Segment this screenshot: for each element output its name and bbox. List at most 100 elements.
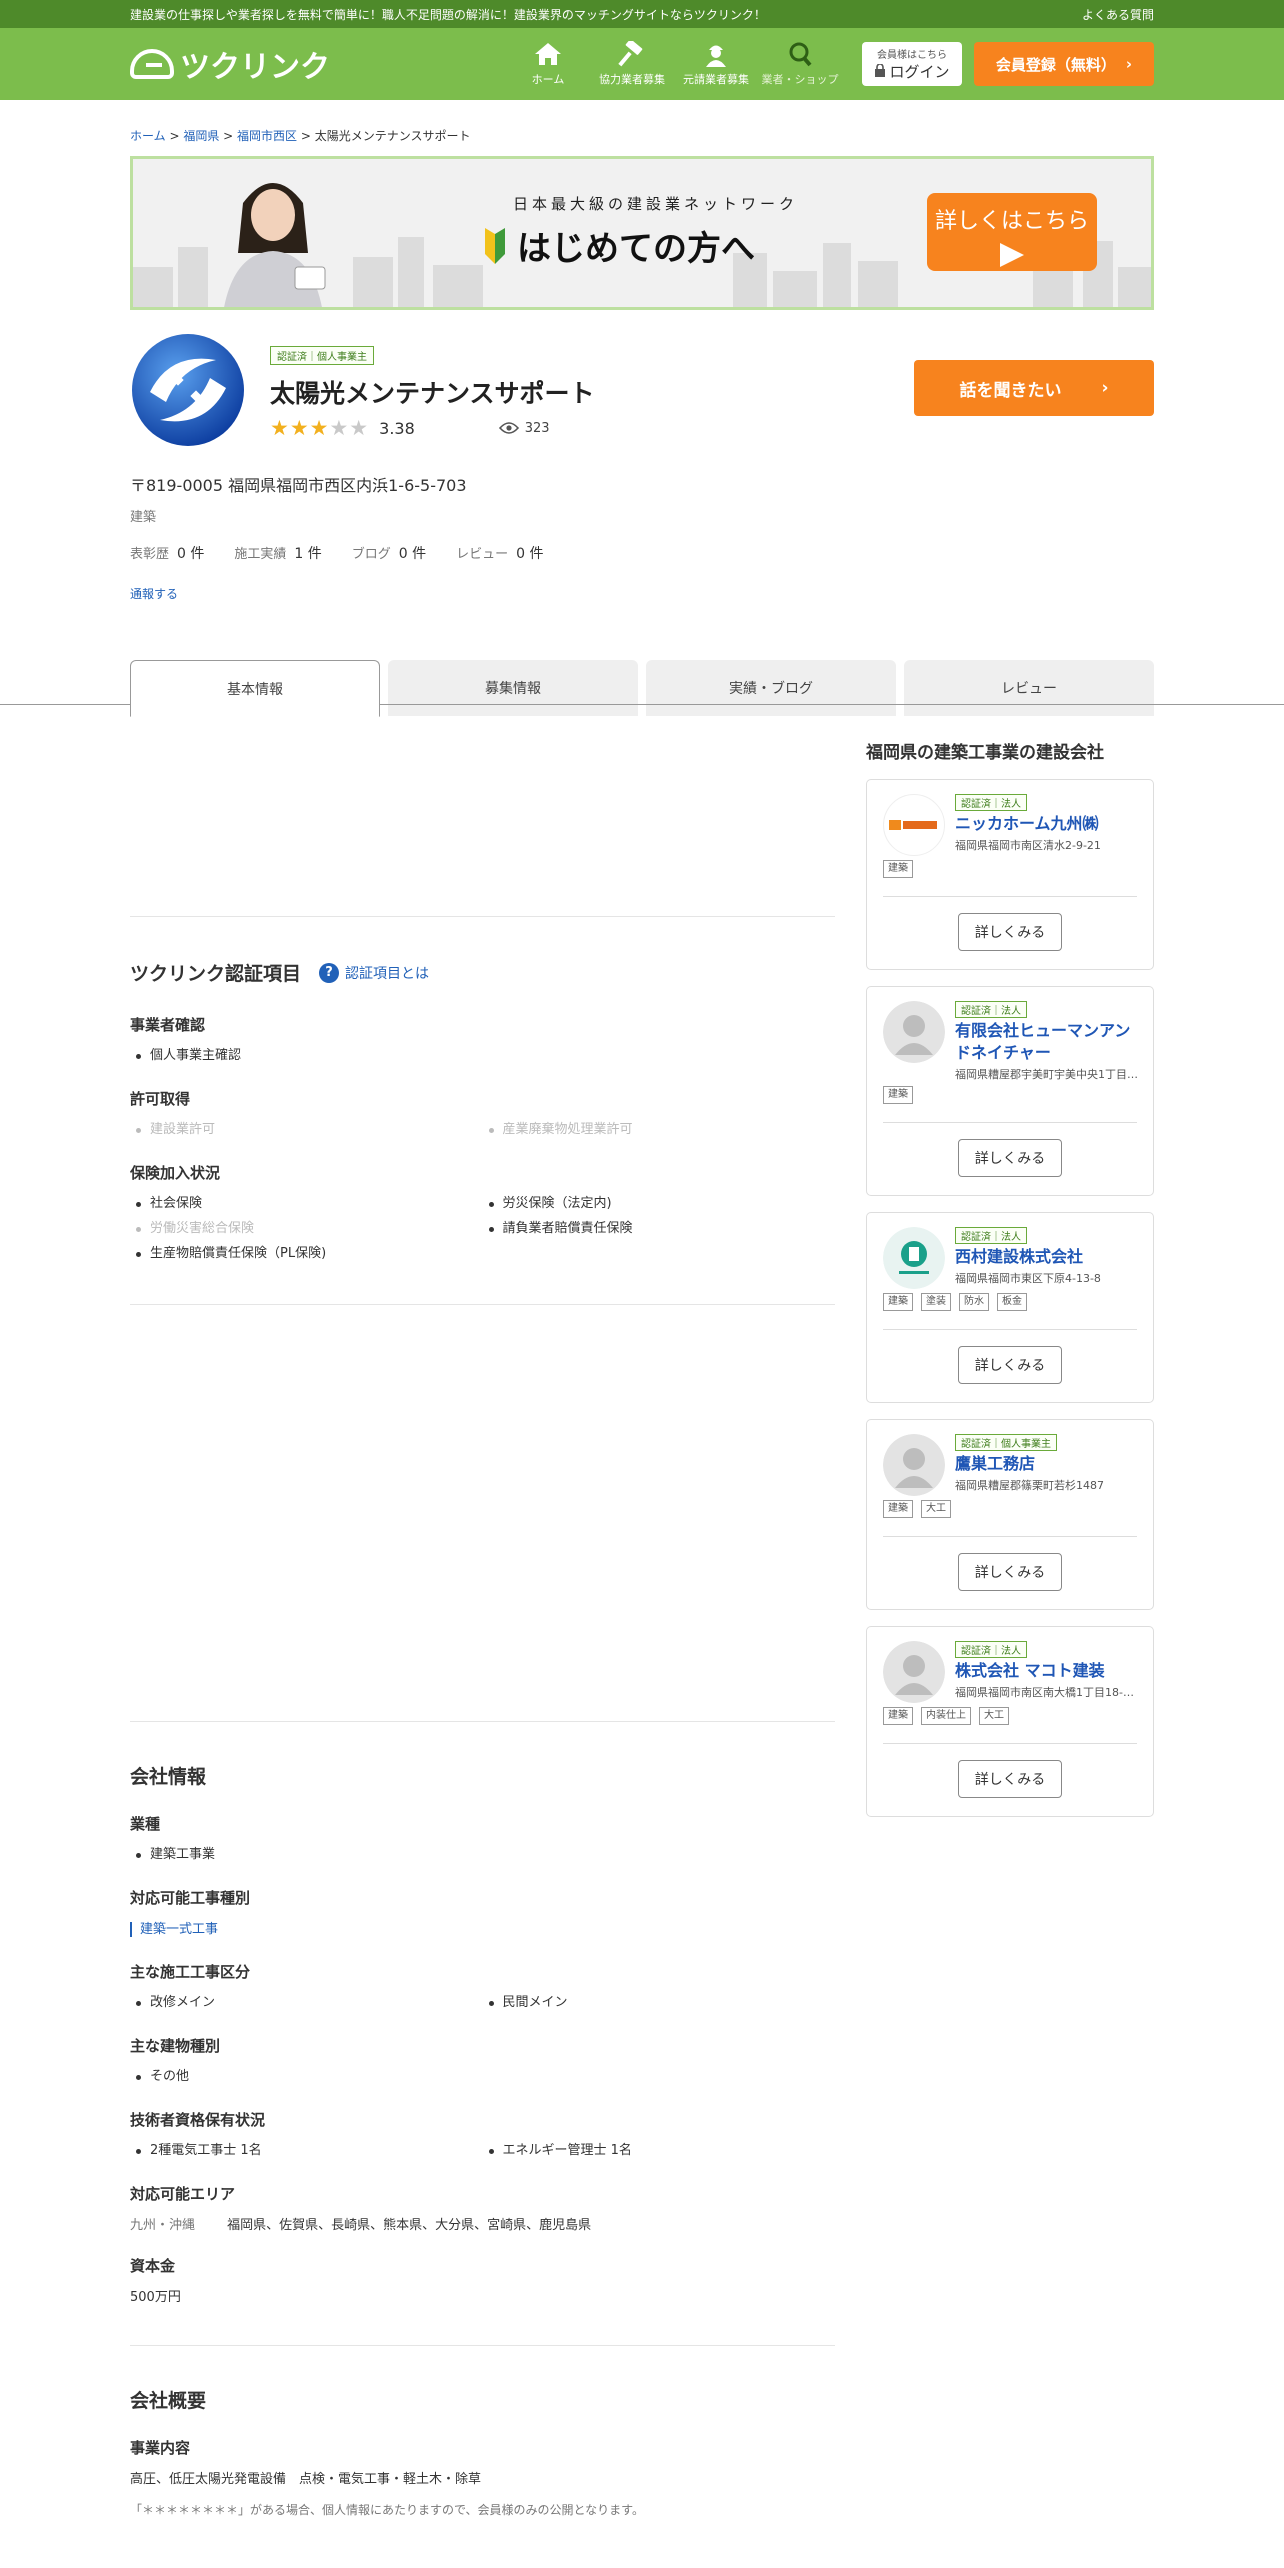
tab-works-blog[interactable]: 実績・ブログ xyxy=(646,660,896,716)
card-company-name[interactable]: 株式会社 マコト建装 xyxy=(955,1660,1145,1682)
chevron-right-icon: › xyxy=(1101,378,1109,398)
breadcrumb-prefecture[interactable]: 福岡県 xyxy=(183,129,219,143)
card-detail-button[interactable]: 詳しくみる xyxy=(958,1346,1062,1384)
nishimura-logo xyxy=(883,1227,945,1289)
breadcrumb-home[interactable]: ホーム xyxy=(130,129,166,143)
rating-row: ★★★★★ 3.38 323 xyxy=(270,416,550,440)
capital-title: 資本金 xyxy=(130,2257,176,2275)
insurance-item: 社会保険 xyxy=(130,1191,483,1216)
nav-home[interactable]: ホーム xyxy=(506,41,590,87)
company-card: 認証済｜法人 ニッカホーム九州㈱ 福岡県福岡市南区清水2-9-21 建築 詳しく… xyxy=(866,779,1154,970)
main-column: ツクリンク認証項目 ? 認証項目とは 事業者確認 個人事業主確認 許可取得 建設… xyxy=(130,740,835,2518)
card-detail-button[interactable]: 詳しくみる xyxy=(958,913,1062,951)
nav-partner-recruit[interactable]: 協力業者募集 xyxy=(590,41,674,87)
nav-contractor-recruit[interactable]: 元請業者募集 xyxy=(674,41,758,87)
default-person-icon xyxy=(883,1001,945,1063)
card-tag: 塗装 xyxy=(921,1293,951,1311)
permit-item: 産業廃棄物処理業許可 xyxy=(483,1117,836,1142)
tab-basic-info[interactable]: 基本情報 xyxy=(130,660,380,717)
company-category: 建築 xyxy=(130,510,157,525)
site-logo[interactable]: ツクリンク xyxy=(130,42,330,86)
company-card: 認証済｜法人 株式会社 マコト建装 福岡県福岡市南区南大橋1丁目18-… 建築 … xyxy=(866,1626,1154,1817)
company-card: 認証済｜法人 有限会社ヒューマンアンドネイチャー 福岡県糟屋郡宇美町宇美中央1丁… xyxy=(866,986,1154,1196)
hammer-icon xyxy=(617,41,647,67)
rating-value: 3.38 xyxy=(379,418,415,438)
licenses-list: 2種電気工事士 1名 エネルギー管理士 1名 xyxy=(130,2138,835,2163)
card-company-name[interactable]: 鷹巣工務店 xyxy=(955,1453,1145,1475)
card-tag: 板金 xyxy=(997,1293,1027,1311)
default-person-icon xyxy=(883,1434,945,1496)
licenses-title: 技術者資格保有状況 xyxy=(130,2111,266,2129)
view-count: 323 xyxy=(498,421,550,436)
count-blog: ブログ 0 件 xyxy=(351,546,427,562)
card-company-name[interactable]: ニッカホーム九州㈱ xyxy=(955,813,1145,835)
section-divider xyxy=(130,2345,835,2346)
card-tags: 建築 内装仕上 大工 xyxy=(883,1707,1137,1725)
business-check-item: 個人事業主確認 xyxy=(130,1043,483,1068)
activity-counts: 表彰歴 0 件 施工実績 1 件 ブログ 0 件 レビュー 0 件 xyxy=(130,543,1154,563)
woman-with-tablet-image xyxy=(224,183,326,307)
banner-title: はじめての方へ xyxy=(483,221,755,270)
card-divider xyxy=(883,1122,1137,1123)
card-address: 福岡県福岡市南区清水2-9-21 xyxy=(955,839,1101,852)
tab-recruit[interactable]: 募集情報 xyxy=(388,660,638,716)
banner-detail-button[interactable]: 詳しくはこちら xyxy=(927,193,1097,271)
permit-item: 建設業許可 xyxy=(130,1117,483,1142)
contact-request-label: 話を聞きたい xyxy=(959,380,1062,401)
card-cert-badge: 認証済｜法人 xyxy=(955,1001,1027,1018)
card-tag: 建築 xyxy=(883,1500,913,1518)
section-divider xyxy=(130,916,835,917)
card-tag: 建築 xyxy=(883,1086,913,1104)
card-company-name[interactable]: 有限会社ヒューマンアンドネイチャー xyxy=(955,1020,1140,1064)
helmet-logo-icon xyxy=(130,49,174,79)
breadcrumb-city[interactable]: 福岡市西区 xyxy=(237,129,297,143)
business-check-list: 個人事業主確認 xyxy=(130,1043,835,1068)
top-bar: 建設業の仕事探しや業者探しを無料で簡単に！職人不足問題の解消に！建設業界のマッチ… xyxy=(0,0,1284,28)
capital-value: 500万円 xyxy=(130,2290,181,2305)
login-sub-label: 会員様はこちら xyxy=(877,50,947,61)
profile-tabs: 基本情報 募集情報 実績・ブログ レビュー xyxy=(130,660,1154,717)
card-address: 福岡県福岡市東区下原4-13-8 xyxy=(955,1272,1101,1285)
card-divider xyxy=(883,896,1137,897)
card-company-name[interactable]: 西村建設株式会社 xyxy=(955,1246,1145,1268)
login-button[interactable]: 会員様はこちら ログイン xyxy=(862,42,962,86)
insurance-item: 労災保険（法定内) xyxy=(483,1191,836,1216)
tab-reviews[interactable]: レビュー xyxy=(904,660,1154,716)
privacy-note: 「＊＊＊＊＊＊＊＊」がある場合、個人情報にあたりますので、会員様のみの公開となり… xyxy=(130,2503,644,2517)
nav-shop[interactable]: 業者・ショップ xyxy=(758,41,842,87)
industry-item: 建築工事業 xyxy=(130,1842,483,1867)
register-button[interactable]: 会員登録（無料） › xyxy=(974,42,1154,86)
card-cert-badge: 認証済｜法人 xyxy=(955,1641,1027,1658)
faq-link[interactable]: よくある質問 xyxy=(1082,6,1154,23)
search-icon xyxy=(785,41,815,67)
nav-contractor-label: 元請業者募集 xyxy=(683,73,749,86)
company-logo xyxy=(132,334,244,446)
breadcrumb-current: 太陽光メンテナンスサポート xyxy=(314,129,471,143)
banner-subtitle: 日本最大級の建設業ネットワーク xyxy=(513,195,799,213)
chevron-right-icon: › xyxy=(1125,55,1133,73)
count-reviews: レビュー 0 件 xyxy=(456,546,544,562)
card-detail-button[interactable]: 詳しくみる xyxy=(958,1553,1062,1591)
card-tags: 建築 xyxy=(883,860,1137,878)
certification-help-link[interactable]: ? 認証項目とは xyxy=(319,962,429,983)
divisions-list: 改修メイン 民間メイン xyxy=(130,1990,835,2015)
card-tag: 防水 xyxy=(959,1293,989,1311)
nav-shop-label: 業者・ショップ xyxy=(761,73,839,86)
banner-button-label: 詳しくはこちら xyxy=(934,209,1089,234)
count-awards: 表彰歴 0 件 xyxy=(130,546,205,562)
card-detail-button[interactable]: 詳しくみる xyxy=(958,1139,1062,1177)
area-row: 九州・沖縄 福岡県、佐賀県、長崎県、熊本県、大分県、宮崎県、鹿児島県 xyxy=(130,2214,835,2233)
beginner-mark-icon xyxy=(485,227,505,264)
card-tag: 建築 xyxy=(883,860,913,878)
contact-request-button[interactable]: 話を聞きたい › xyxy=(914,360,1154,416)
rating-stars: ★★★★★ xyxy=(270,416,370,440)
report-link[interactable]: 通報する xyxy=(130,585,178,602)
card-tags: 建築 大工 xyxy=(883,1500,1137,1518)
card-tag: 大工 xyxy=(979,1707,1009,1725)
card-tag: 建築 xyxy=(883,1293,913,1311)
card-detail-button[interactable]: 詳しくみる xyxy=(958,1760,1062,1798)
site-tagline: 建設業の仕事探しや業者探しを無料で簡単に！職人不足問題の解消に！建設業界のマッチ… xyxy=(130,7,766,22)
beginner-banner[interactable]: 日本最大級の建設業ネットワーク はじめての方へ 詳しくはこちら xyxy=(130,156,1154,310)
worker-icon xyxy=(701,41,731,67)
card-address: 福岡県糟屋郡篠栗町若杉1487 xyxy=(955,1479,1104,1492)
